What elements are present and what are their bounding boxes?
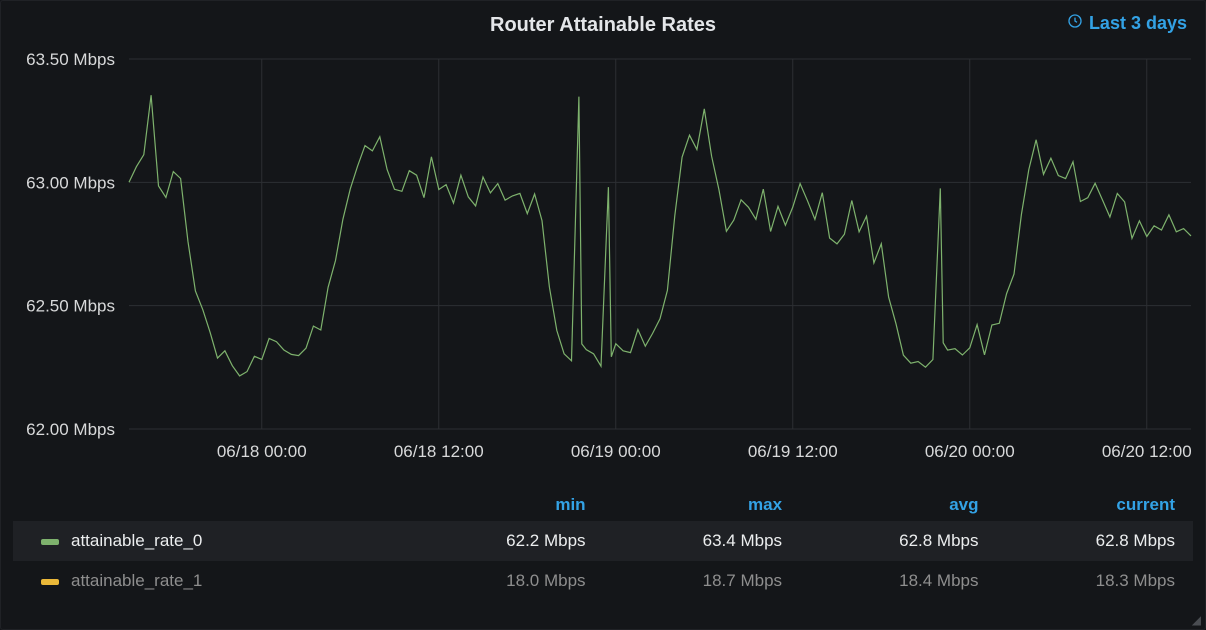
legend-series-name: attainable_rate_0 xyxy=(71,531,202,550)
legend-min-value: 18.0 Mbps xyxy=(407,561,603,601)
panel-header: Router Attainable Rates Last 3 days xyxy=(1,1,1205,49)
time-range-picker[interactable]: Last 3 days xyxy=(1067,13,1187,34)
legend-min-value: 62.2 Mbps xyxy=(407,521,603,561)
legend-current-value: 62.8 Mbps xyxy=(997,521,1194,561)
svg-text:06/19 00:00: 06/19 00:00 xyxy=(571,442,661,461)
svg-text:06/18 00:00: 06/18 00:00 xyxy=(217,442,307,461)
legend-avg-value: 18.4 Mbps xyxy=(800,561,996,601)
clock-icon xyxy=(1067,13,1083,34)
time-range-label: Last 3 days xyxy=(1089,13,1187,34)
legend-series-name: attainable_rate_1 xyxy=(71,571,202,590)
chart-legend: min max avg current attainable_rate_0 62… xyxy=(13,489,1193,601)
svg-text:63.00 Mbps: 63.00 Mbps xyxy=(26,173,115,192)
svg-text:63.50 Mbps: 63.50 Mbps xyxy=(26,50,115,69)
legend-header-avg[interactable]: avg xyxy=(800,489,996,521)
legend-header-current[interactable]: current xyxy=(997,489,1194,521)
svg-text:62.50 Mbps: 62.50 Mbps xyxy=(26,297,115,316)
legend-max-value: 18.7 Mbps xyxy=(604,561,800,601)
legend-row[interactable]: attainable_rate_0 62.2 Mbps 63.4 Mbps 62… xyxy=(13,521,1193,561)
legend-header-min[interactable]: min xyxy=(407,489,603,521)
legend-header-max[interactable]: max xyxy=(604,489,800,521)
svg-text:06/19 12:00: 06/19 12:00 xyxy=(748,442,838,461)
svg-text:06/18 12:00: 06/18 12:00 xyxy=(394,442,484,461)
panel-title: Router Attainable Rates xyxy=(490,14,716,37)
legend-swatch xyxy=(41,579,59,585)
svg-text:62.00 Mbps: 62.00 Mbps xyxy=(26,420,115,439)
svg-text:06/20 00:00: 06/20 00:00 xyxy=(925,442,1015,461)
legend-header-row: min max avg current xyxy=(13,489,1193,521)
legend-avg-value: 62.8 Mbps xyxy=(800,521,996,561)
svg-text:06/20 12:00: 06/20 12:00 xyxy=(1102,442,1192,461)
legend-row[interactable]: attainable_rate_1 18.0 Mbps 18.7 Mbps 18… xyxy=(13,561,1193,601)
legend-max-value: 63.4 Mbps xyxy=(604,521,800,561)
legend-swatch xyxy=(41,539,59,545)
legend-current-value: 18.3 Mbps xyxy=(997,561,1194,601)
chart-plot-area[interactable]: 62.00 Mbps 62.50 Mbps 63.00 Mbps 63.50 Mbps… xyxy=(1,49,1205,479)
chart-panel: Router Attainable Rates Last 3 days 62.0… xyxy=(0,0,1206,630)
resize-handle-icon[interactable]: ◢ xyxy=(1192,613,1201,627)
